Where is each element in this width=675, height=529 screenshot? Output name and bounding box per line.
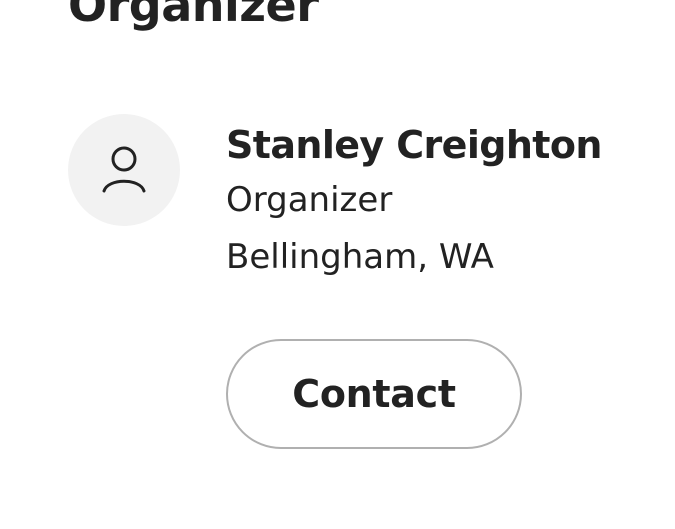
contact-button[interactable]: Contact bbox=[226, 339, 522, 449]
organizer-role: Organizer bbox=[226, 180, 393, 220]
organizer-name: Stanley Creighton bbox=[226, 123, 602, 167]
organizer-info: Stanley Creighton Organizer Bellingham, … bbox=[226, 118, 602, 286]
avatar bbox=[68, 114, 180, 226]
user-icon bbox=[96, 142, 152, 198]
section-title: Organizer bbox=[68, 0, 319, 32]
organizer-location: Bellingham, WA bbox=[226, 237, 494, 277]
